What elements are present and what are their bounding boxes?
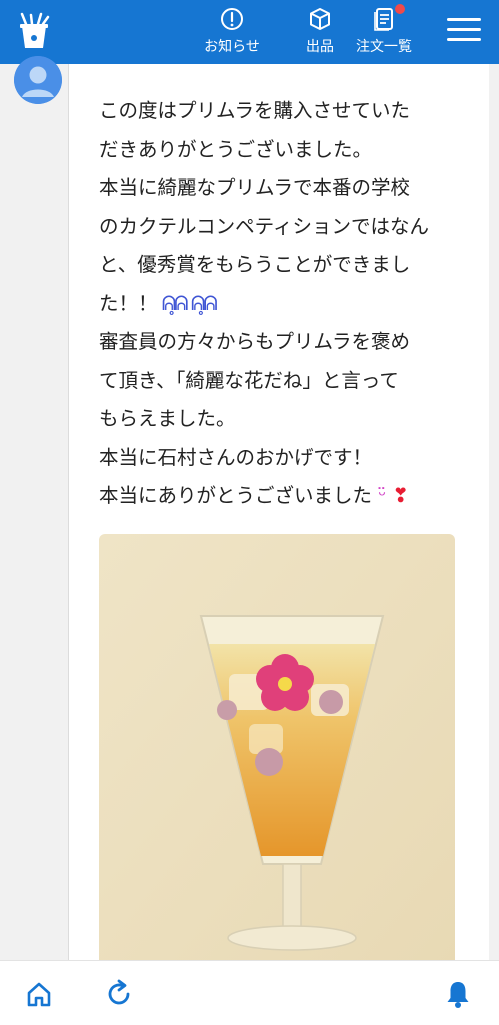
message-text: た！！ xyxy=(99,291,158,315)
cocktail-photo[interactable] xyxy=(99,534,455,974)
user-avatar-icon[interactable] xyxy=(14,56,62,104)
home-icon[interactable] xyxy=(24,979,54,1009)
document-icon xyxy=(374,8,393,31)
message-line: のカクテルコンペティションではなん xyxy=(99,214,429,238)
smiling-face-icon: ᵕ̈ xyxy=(372,484,387,507)
message-line: 本当に石村さんのおかげです！ xyxy=(99,445,373,469)
notification-badge xyxy=(395,4,405,14)
app-logo-icon[interactable] xyxy=(14,12,54,52)
message-line: この度はプリムラを購入させていた xyxy=(99,99,411,122)
box-icon xyxy=(310,8,330,30)
nav-notifications[interactable]: お知らせ xyxy=(200,6,264,62)
message-line: と、優秀賞をもらうことができまし xyxy=(99,253,411,276)
bell-icon[interactable] xyxy=(443,979,473,1009)
message-line: 審査員の方々からもプリムラを褒め xyxy=(99,330,411,353)
message-line: もらえました。 xyxy=(99,407,236,430)
hamburger-menu-icon[interactable] xyxy=(447,18,481,44)
nav-orders-label: 注文一覧 xyxy=(356,39,412,55)
message-line: て頂き、「綺麗な花だね」と言って xyxy=(99,368,399,392)
post-card: この度はプリムラを購入させていた だきありがとうございました。 本当に綺麗なプリ… xyxy=(68,64,489,974)
message-line: だきありがとうございました。 xyxy=(99,137,373,161)
message-text: 本当にありがとうございました xyxy=(99,484,373,507)
post-message: この度はプリムラを購入させていた だきありがとうございました。 本当に綺麗なプリ… xyxy=(99,92,459,516)
nav-orders[interactable]: 注文一覧 xyxy=(352,4,416,62)
info-icon xyxy=(221,8,243,30)
two-hearts-icon: ❣ xyxy=(386,484,409,507)
message-line: 本当に綺麗なプリムラで本番の学校 xyxy=(99,176,411,199)
nav-notifications-label: お知らせ xyxy=(204,39,260,55)
crying-face-icon: ᕱ̥ᕱ ᕱ̥ᕱ xyxy=(157,291,218,315)
app-header: お知らせ 出品 注文一覧 xyxy=(0,0,499,64)
nav-listing-label: 出品 xyxy=(306,39,334,55)
message-line: 本当にありがとうございました ᵕ̈ ❣ xyxy=(99,477,459,516)
nav-listing[interactable]: 出品 xyxy=(298,6,342,62)
message-line: た！！ ᕱ̥ᕱ ᕱ̥ᕱ xyxy=(99,285,459,324)
refresh-icon[interactable] xyxy=(104,979,134,1009)
bottom-navigation xyxy=(0,960,499,1025)
